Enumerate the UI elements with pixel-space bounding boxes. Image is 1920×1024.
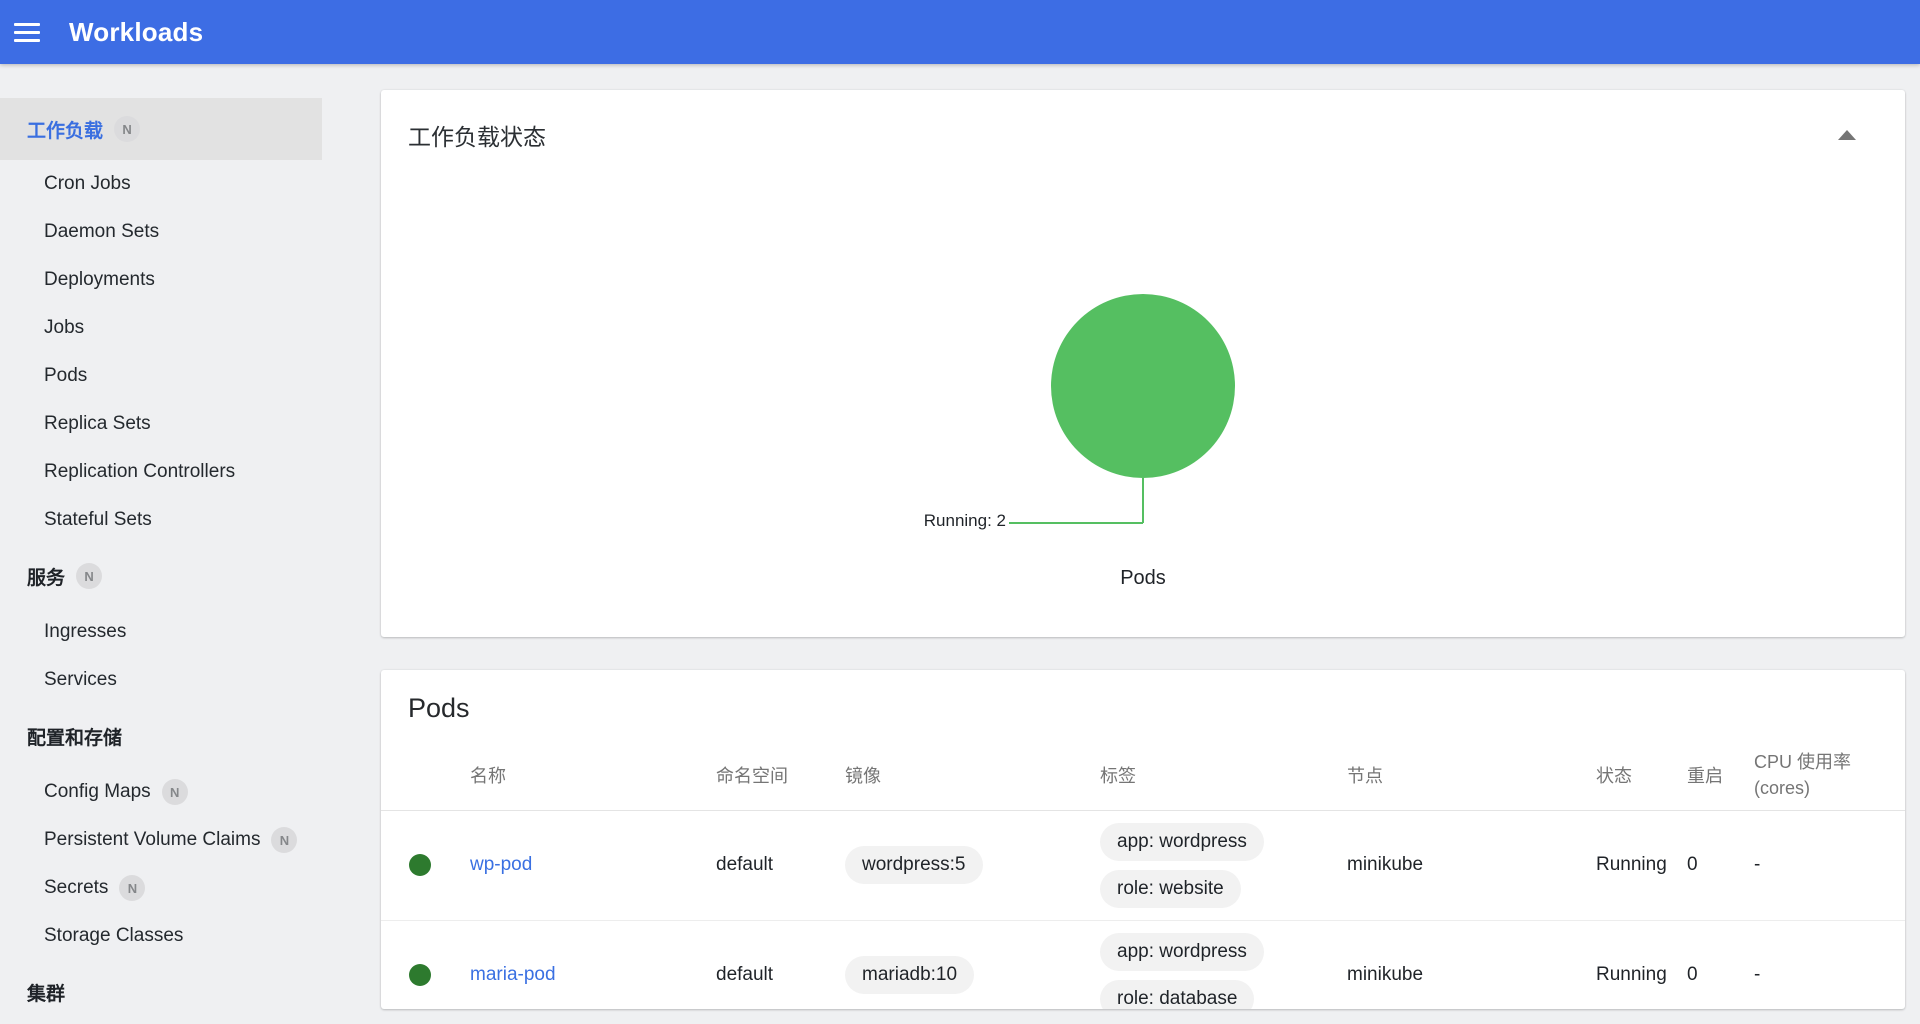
sidebar-item-label: Services xyxy=(44,669,117,691)
sidebar-item-label: Cron Jobs xyxy=(44,173,131,195)
sidebar-section-label: 配置和存储 xyxy=(27,723,122,750)
restarts-cell: 0 xyxy=(1687,920,1754,1009)
image-chip: wordpress:5 xyxy=(845,846,983,884)
app-header: Workloads xyxy=(0,0,1920,64)
label-chip: app: wordpress xyxy=(1100,933,1264,971)
status-cell: Running xyxy=(1596,920,1687,1009)
table-header-row: 名称 命名空间 镜像 标签 节点 状态 重启 CPU 使用率 (cores) xyxy=(381,740,1905,810)
column-header-cpu: CPU 使用率 (cores) xyxy=(1754,740,1905,810)
pie-callout-label: Running: 2 xyxy=(924,511,1006,531)
label-chip: app: wordpress xyxy=(1100,823,1264,861)
sidebar-item-label: Persistent Volume Claims xyxy=(44,829,260,851)
node-cell: minikube xyxy=(1347,810,1596,920)
sidebar-item-label: Jobs xyxy=(44,317,84,339)
sidebar-item-label: Stateful Sets xyxy=(44,509,152,531)
column-header-restarts: 重启 xyxy=(1687,740,1754,810)
namespaced-badge: N xyxy=(271,827,297,853)
running-status-icon xyxy=(409,964,431,986)
sidebar-item-pods[interactable]: Pods xyxy=(0,352,381,400)
column-header-labels: 标签 xyxy=(1100,740,1347,810)
pods-table: 名称 命名空间 镜像 标签 节点 状态 重启 CPU 使用率 (cores) w… xyxy=(381,740,1905,1009)
status-cell: Running xyxy=(1596,810,1687,920)
sidebar-item-label: Replica Sets xyxy=(44,413,151,435)
sidebar-item-storage-classes[interactable]: Storage Classes xyxy=(0,912,381,960)
sidebar-item-label: Deployments xyxy=(44,269,155,291)
card-title: Pods xyxy=(408,693,470,724)
sidebar-item-stateful-sets[interactable]: Stateful Sets xyxy=(0,496,381,544)
table-row: maria-pod default mariadb:10 app: wordpr… xyxy=(381,920,1905,1009)
cpu-usage-cell: - xyxy=(1754,810,1905,920)
page-title: Workloads xyxy=(69,17,203,48)
pie-leader-line xyxy=(1009,522,1143,524)
sidebar-item-label: Replication Controllers xyxy=(44,461,235,483)
pie-caption: Pods xyxy=(381,567,1905,590)
sidebar-item-deployments[interactable]: Deployments xyxy=(0,256,381,304)
sidebar-item-label: Pods xyxy=(44,365,87,387)
column-header-name: 名称 xyxy=(470,740,716,810)
image-chip: mariadb:10 xyxy=(845,956,974,994)
sidebar-item-label: Storage Classes xyxy=(44,925,183,947)
column-header-status: 状态 xyxy=(1596,740,1687,810)
sidebar-item-persistent-volume-claims[interactable]: Persistent Volume Claims N xyxy=(0,816,381,864)
sidebar-item-replica-sets[interactable]: Replica Sets xyxy=(0,400,381,448)
sidebar-item-workloads[interactable]: 工作负载 N xyxy=(0,98,322,160)
sidebar-item-jobs[interactable]: Jobs xyxy=(0,304,381,352)
sidebar-section-label: 服务 xyxy=(27,563,65,590)
sidebar-item-label: Daemon Sets xyxy=(44,221,159,243)
column-header-node: 节点 xyxy=(1347,740,1596,810)
pods-pie-chart xyxy=(1051,294,1235,478)
card-title: 工作负载状态 xyxy=(408,118,546,152)
namespaced-badge: N xyxy=(162,779,188,805)
namespace-cell: default xyxy=(716,920,845,1009)
pod-name-link[interactable]: wp-pod xyxy=(470,854,532,875)
workload-status-card: 工作负载状态 Running: 2 Pods xyxy=(381,90,1905,637)
label-chip: role: website xyxy=(1100,870,1241,908)
pod-name-link[interactable]: maria-pod xyxy=(470,964,556,985)
sidebar-item-label: Ingresses xyxy=(44,621,126,643)
menu-icon[interactable] xyxy=(14,23,40,42)
main-content: 工作负载状态 Running: 2 Pods Pods 名称 命名空间 镜像 标… xyxy=(381,64,1905,1009)
column-header-cpu-line1: CPU 使用率 xyxy=(1754,749,1905,775)
sidebar-item-config-maps[interactable]: Config Maps N xyxy=(0,768,381,816)
table-row: wp-pod default wordpress:5 app: wordpres… xyxy=(381,810,1905,920)
sidebar-section-cluster[interactable]: 集群 xyxy=(0,960,381,1024)
sidebar-item-label: Secrets xyxy=(44,877,108,899)
pods-card: Pods 名称 命名空间 镜像 标签 节点 状态 重启 CPU 使用 xyxy=(381,670,1905,1009)
column-header-status-dot xyxy=(381,740,470,810)
namespaced-badge: N xyxy=(119,875,145,901)
sidebar-item-replication-controllers[interactable]: Replication Controllers xyxy=(0,448,381,496)
sidebar-item-ingresses[interactable]: Ingresses xyxy=(0,608,381,656)
cpu-usage-cell: - xyxy=(1754,920,1905,1009)
sidebar-item-label: 工作负载 xyxy=(27,116,103,143)
namespaced-badge: N xyxy=(76,563,102,589)
collapse-arrow-icon[interactable] xyxy=(1837,130,1857,146)
sidebar-section-services[interactable]: 服务 N xyxy=(0,544,381,608)
pie-leader-line xyxy=(1142,478,1144,523)
sidebar-item-services[interactable]: Services xyxy=(0,656,381,704)
sidebar-item-daemon-sets[interactable]: Daemon Sets xyxy=(0,208,381,256)
sidebar-item-secrets[interactable]: Secrets N xyxy=(0,864,381,912)
restarts-cell: 0 xyxy=(1687,810,1754,920)
namespaced-badge: N xyxy=(114,116,140,142)
column-header-namespace: 命名空间 xyxy=(716,740,845,810)
column-header-cpu-line2: (cores) xyxy=(1754,775,1905,801)
sidebar-section-label: 集群 xyxy=(27,979,65,1006)
sidebar-section-config-storage[interactable]: 配置和存储 xyxy=(0,704,381,768)
sidebar: 工作负载 N Cron Jobs Daemon Sets Deployments… xyxy=(0,64,381,1024)
namespace-cell: default xyxy=(716,810,845,920)
column-header-image: 镜像 xyxy=(845,740,1100,810)
node-cell: minikube xyxy=(1347,920,1596,1009)
sidebar-item-label: Config Maps xyxy=(44,781,151,803)
running-status-icon xyxy=(409,854,431,876)
label-chip: role: database xyxy=(1100,980,1254,1010)
sidebar-item-cron-jobs[interactable]: Cron Jobs xyxy=(0,160,381,208)
